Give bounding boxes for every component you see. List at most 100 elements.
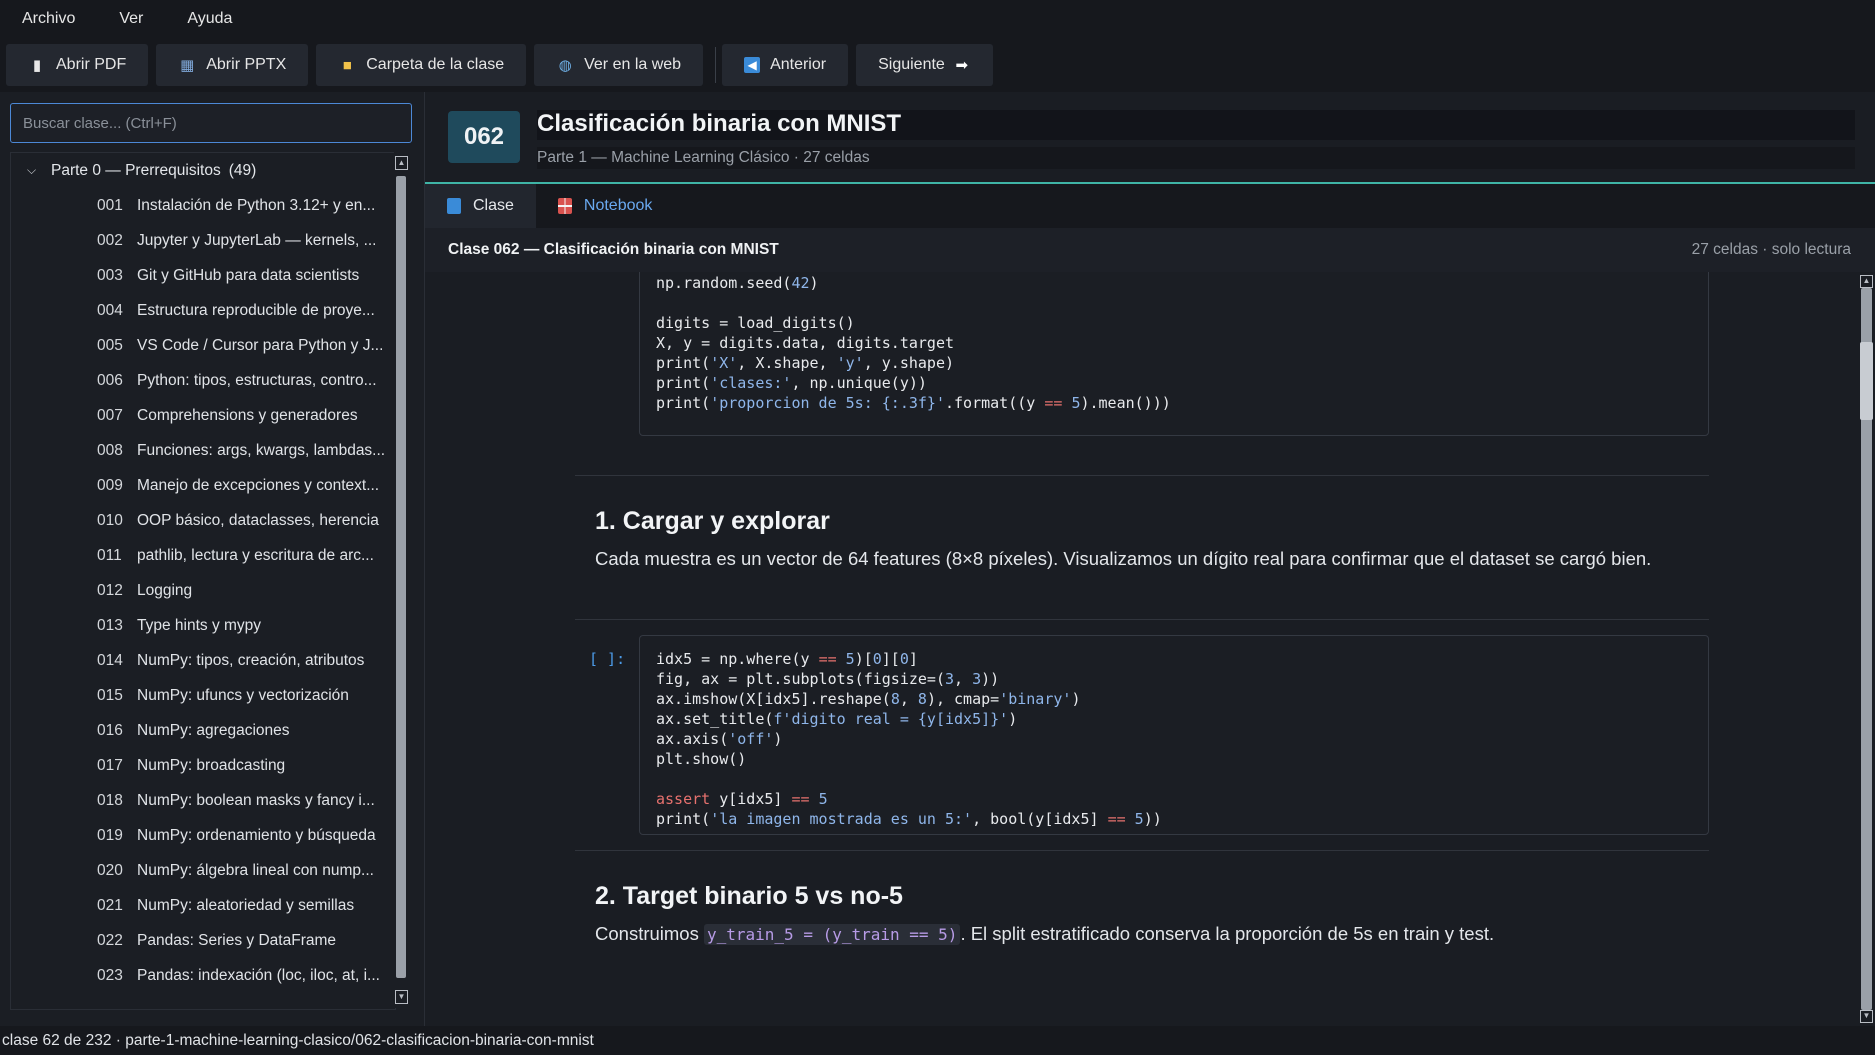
tree-item-023[interactable]: 023 Pandas: indexación (loc, iloc, at, i.… [11, 958, 395, 993]
tree-item-title: Manejo de excepciones y context... [137, 476, 380, 494]
tree-item-number: 007 [97, 406, 123, 424]
menu-archivo[interactable]: Archivo [0, 0, 97, 38]
class-tree: ⌵ Parte 0 — Prerrequisitos (49) 001 Insta… [10, 152, 396, 1010]
tree-item-001[interactable]: 001 Instalación de Python 3.12+ y en... [11, 188, 395, 223]
scroll-down-icon[interactable]: ▼ [395, 990, 408, 1004]
code-line: np.random.seed(42) [656, 274, 819, 292]
paragraph-text: . El split estratificado conserva la pro… [960, 923, 1495, 944]
view-web-button[interactable]: ◍ Ver en la web [534, 44, 704, 86]
paragraph-text: Construimos [595, 923, 704, 944]
menu-ayuda[interactable]: Ayuda [165, 0, 254, 38]
menu-bar: Archivo Ver Ayuda [0, 0, 1875, 38]
inline-code: y_train_5 = (y_train == 5) [703, 924, 961, 945]
code-line: print('clases:', np.unique(y)) [656, 374, 927, 392]
notebook-title: Clase 062 — Clasificación binaria con MN… [448, 241, 779, 258]
tree-item-020[interactable]: 020 NumPy: álgebra lineal con nump... [11, 853, 395, 888]
scroll-up-icon[interactable]: ▲ [395, 156, 408, 170]
code-line: fig, ax = plt.subplots(figsize=(3, 3)) [656, 670, 1000, 688]
tree-item-number: 005 [97, 336, 123, 354]
tree-item-016[interactable]: 016 NumPy: agregaciones [11, 713, 395, 748]
group-label: Parte 0 — Prerrequisitos [51, 161, 221, 179]
scrollbar-thumb[interactable] [396, 176, 406, 978]
tree-group-parte-0[interactable]: ⌵ Parte 0 — Prerrequisitos (49) [11, 153, 395, 188]
tree-item-title: Pandas: Series y DataFrame [137, 931, 337, 949]
subtitle-dot: · [793, 149, 804, 166]
toolbar: ▮ Abrir PDF ▦ Abrir PPTX ■ Carpeta de la… [0, 38, 1875, 92]
tree-item-title: NumPy: álgebra lineal con nump... [137, 861, 374, 879]
tab-notebook[interactable]: Notebook [536, 184, 675, 228]
tree-item-number: 004 [97, 301, 123, 319]
search-input[interactable] [11, 104, 411, 142]
tree-item-007[interactable]: 007 Comprehensions y generadores [11, 398, 395, 433]
code-line: plt.show() [656, 750, 747, 768]
group-count: (49) [228, 161, 257, 179]
scroll-up-icon[interactable]: ▲ [1860, 275, 1873, 288]
code-line: ax.imshow(X[idx5].reshape(8, 8), cmap='b… [656, 690, 1081, 708]
tree-item-006[interactable]: 006 Python: tipos, estructuras, contro... [11, 363, 395, 398]
tree-item-021[interactable]: 021 NumPy: aleatoriedad y semillas [11, 888, 395, 923]
tree-item-019[interactable]: 019 NumPy: ordenamiento y búsqueda [11, 818, 395, 853]
tree-item-title: Type hints y mypy [137, 616, 262, 634]
tree-item-title: Pandas: indexación (loc, iloc, at, i... [137, 966, 380, 984]
tree-item-012[interactable]: 012 Logging [11, 573, 395, 608]
tab-clase[interactable]: Clase [425, 184, 536, 228]
class-folder-button[interactable]: ■ Carpeta de la clase [316, 44, 527, 86]
tree-item-014[interactable]: 014 NumPy: tipos, creación, atributos [11, 643, 395, 678]
tree-item-number: 023 [97, 966, 123, 984]
view-web-label: Ver en la web [584, 56, 682, 73]
open-pptx-label: Abrir PPTX [206, 56, 287, 73]
tree-item-018[interactable]: 018 NumPy: boolean masks y fancy i... [11, 783, 395, 818]
notebook-scrollbar[interactable]: ▲ ▼ [1857, 272, 1875, 1026]
next-label: Siguiente [878, 56, 945, 73]
tree-item-number: 008 [97, 441, 123, 459]
scroll-down-icon[interactable]: ▼ [1860, 1010, 1873, 1023]
code-line: print('proporcion de 5s: {:.3f}'.format(… [656, 394, 1171, 412]
lesson-cells: 27 celdas [803, 149, 870, 166]
open-pdf-button[interactable]: ▮ Abrir PDF [6, 44, 149, 86]
tree-item-015[interactable]: 015 NumPy: ufuncs y vectorización [11, 678, 395, 713]
section-paragraph: Construimos y_train_5 = (y_train == 5). … [595, 923, 1494, 945]
notebook-content[interactable]: np.random.seed(42) digits = load_digits(… [425, 272, 1857, 1026]
tree-item-005[interactable]: 005 VS Code / Cursor para Python y J... [11, 328, 395, 363]
tree-item-number: 018 [97, 791, 123, 809]
tree-item-number: 003 [97, 266, 123, 284]
tree-item-022[interactable]: 022 Pandas: Series y DataFrame [11, 923, 395, 958]
tree-item-title: Python: tipos, estructuras, contro... [137, 371, 377, 389]
previous-button[interactable]: ◀ Anterior [722, 44, 849, 86]
tree-item-009[interactable]: 009 Manejo de excepciones y context... [11, 468, 395, 503]
globe-icon: ◍ [558, 57, 572, 74]
cell-separator [575, 850, 1709, 851]
tree-item-number: 012 [97, 581, 123, 599]
chevron-down-icon[interactable]: ⌵ [27, 163, 51, 178]
tree-item-number: 002 [97, 231, 123, 249]
tree-item-003[interactable]: 003 Git y GitHub para data scientists [11, 258, 395, 293]
tree-item-title: NumPy: boolean masks y fancy i... [137, 791, 375, 809]
code-line: print('la imagen mostrada es un 5:', boo… [656, 810, 1162, 828]
menu-ver[interactable]: Ver [97, 0, 165, 38]
sidebar-scrollbar[interactable]: ▲ ▼ [394, 152, 408, 1008]
code-cell[interactable]: idx5 = np.where(y == 5)[0][0] fig, ax = … [639, 635, 1709, 835]
tree-item-002[interactable]: 002 Jupyter y JupyterLab — kernels, ... [11, 223, 395, 258]
tree-item-010[interactable]: 010 OOP básico, dataclasses, herencia [11, 503, 395, 538]
lesson-number-badge: 062 [448, 111, 520, 163]
lesson-title: Clasificación binaria con MNIST [537, 110, 902, 137]
tree-item-number: 014 [97, 651, 123, 669]
open-pptx-button[interactable]: ▦ Abrir PPTX [156, 44, 309, 86]
tree-item-number: 022 [97, 931, 123, 949]
lesson-part: Parte 1 — Machine Learning Clásico [537, 149, 790, 166]
next-button[interactable]: Siguiente ➡ [856, 44, 993, 86]
tree-item-008[interactable]: 008 Funciones: args, kwargs, lambdas... [11, 433, 395, 468]
tree-item-017[interactable]: 017 NumPy: broadcasting [11, 748, 395, 783]
code-line: idx5 = np.where(y == 5)[0][0] [656, 650, 918, 668]
class-folder-label: Carpeta de la clase [366, 56, 505, 73]
tree-item-011[interactable]: 011 pathlib, lectura y escritura de arc..… [11, 538, 395, 573]
tree-item-number: 020 [97, 861, 123, 879]
code-line: X, y = digits.data, digits.target [656, 334, 955, 352]
tree-item-013[interactable]: 013 Type hints y mypy [11, 608, 395, 643]
tree-item-title: OOP básico, dataclasses, herencia [137, 511, 379, 529]
main-panel: 062 Clasificación binaria con MNIST Part… [425, 92, 1875, 1026]
scrollbar-thumb[interactable] [1860, 342, 1873, 420]
code-cell[interactable]: np.random.seed(42) digits = load_digits(… [639, 272, 1709, 436]
tree-item-title: VS Code / Cursor para Python y J... [137, 336, 384, 354]
tree-item-004[interactable]: 004 Estructura reproducible de proye... [11, 293, 395, 328]
